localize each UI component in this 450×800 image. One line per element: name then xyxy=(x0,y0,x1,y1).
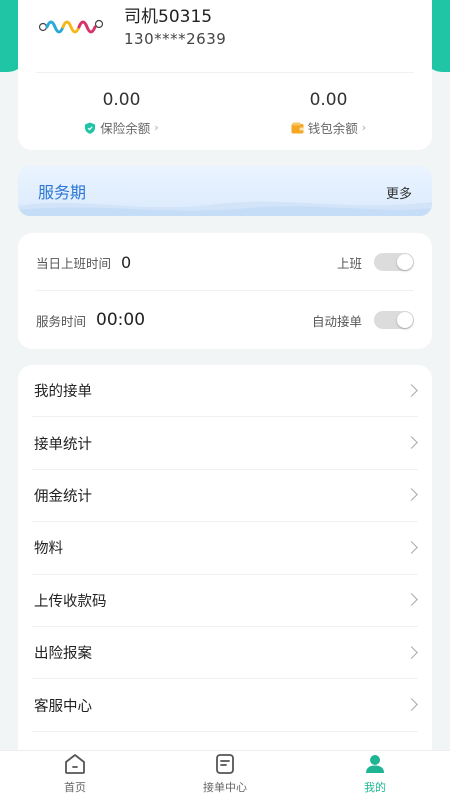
insurance-balance[interactable]: 0.00 保险余额 › xyxy=(18,90,225,137)
menu-item-label: 佣金统计 xyxy=(34,488,92,505)
chevron-right-icon xyxy=(405,436,418,449)
chevron-right-icon xyxy=(405,383,418,397)
divider xyxy=(36,72,414,73)
driver-name: 司机50315 xyxy=(124,7,213,27)
chevron-right-icon xyxy=(405,645,418,659)
chevron-right-icon xyxy=(405,698,418,711)
chevron-right-icon xyxy=(405,488,418,502)
tab-order-center[interactable]: 接单中心 xyxy=(150,751,300,800)
menu-item-label: 上传收款码 xyxy=(34,593,107,610)
shield-icon xyxy=(85,122,96,134)
menu-item-label: 接单统计 xyxy=(34,436,92,453)
menu-item-upload-payment-code[interactable]: 上传收款码 xyxy=(32,575,418,627)
menu-item-materials[interactable]: 物料 xyxy=(32,522,418,575)
profile-card: 司机50315 130****2639 0.00 保险余额 › 0.00 钱包余… xyxy=(18,0,432,150)
wallet-balance-label: 钱包余额 xyxy=(307,121,358,136)
chevron-right-icon xyxy=(405,593,418,607)
tab-mine[interactable]: 我的 xyxy=(300,751,450,800)
wallet-balance[interactable]: 0.00 钱包余额 › xyxy=(225,90,432,137)
menu-item-accident-report[interactable]: 出险报案 xyxy=(32,627,418,680)
menu-item-label: 出险报案 xyxy=(34,646,92,663)
auto-accept-toggle-label: 自动接单 xyxy=(311,313,362,329)
tab-label: 接单中心 xyxy=(203,781,247,794)
menu-item-commission-stats[interactable]: 佣金统计 xyxy=(32,470,418,523)
on-duty-row: 当日上班时间 0 上班 xyxy=(36,233,414,291)
on-duty-toggle[interactable] xyxy=(374,253,414,271)
menu-item-order-stats[interactable]: 接单统计 xyxy=(32,417,418,470)
work-status-card: 当日上班时间 0 上班 服务时间 00:00 自动接单 xyxy=(18,233,432,349)
service-period-title: 服务期 xyxy=(38,183,87,202)
home-icon xyxy=(65,754,85,774)
wallet-icon xyxy=(291,122,304,133)
service-time-value: 00:00 xyxy=(96,310,146,330)
more-link[interactable]: 更多 xyxy=(386,183,412,202)
on-duty-toggle-label: 上班 xyxy=(336,255,362,271)
profile-icon xyxy=(366,755,384,773)
tab-label: 我的 xyxy=(364,781,386,794)
chevron-right-icon xyxy=(405,540,418,554)
insurance-balance-label: 保险余额 xyxy=(100,121,151,136)
menu-list: 我的接单 接单统计 佣金统计 物料 上传收款码 出险报案 客服中心 xyxy=(18,365,432,760)
chevron-right-icon: › xyxy=(154,121,159,134)
driver-phone: 130****2639 xyxy=(124,30,227,48)
tab-home[interactable]: 首页 xyxy=(0,751,150,800)
service-period-banner[interactable]: 服务期 更多 xyxy=(18,166,432,216)
service-time-label: 服务时间 xyxy=(36,313,87,329)
toggle-knob xyxy=(397,312,413,328)
menu-item-label: 我的接单 xyxy=(34,384,92,401)
menu-item-my-orders[interactable]: 我的接单 xyxy=(32,365,418,418)
menu-item-label: 客服中心 xyxy=(34,698,92,715)
insurance-balance-value: 0.00 xyxy=(102,90,141,110)
chevron-right-icon: › xyxy=(361,121,367,134)
bottom-tab-bar: 首页 接单中心 我的 xyxy=(0,750,450,800)
day-on-duty-value: 0 xyxy=(121,252,132,272)
toggle-knob xyxy=(397,254,413,270)
menu-item-customer-service[interactable]: 客服中心 xyxy=(32,679,418,732)
auto-accept-toggle[interactable] xyxy=(374,311,414,329)
order-center-icon xyxy=(216,754,234,774)
menu-item-label: 物料 xyxy=(34,541,63,558)
app-logo xyxy=(38,19,104,34)
service-time-row: 服务时间 00:00 自动接单 xyxy=(36,291,414,349)
wallet-balance-value: 0.00 xyxy=(309,90,348,110)
day-on-duty-label: 当日上班时间 xyxy=(36,255,112,271)
tab-label: 首页 xyxy=(64,781,86,794)
